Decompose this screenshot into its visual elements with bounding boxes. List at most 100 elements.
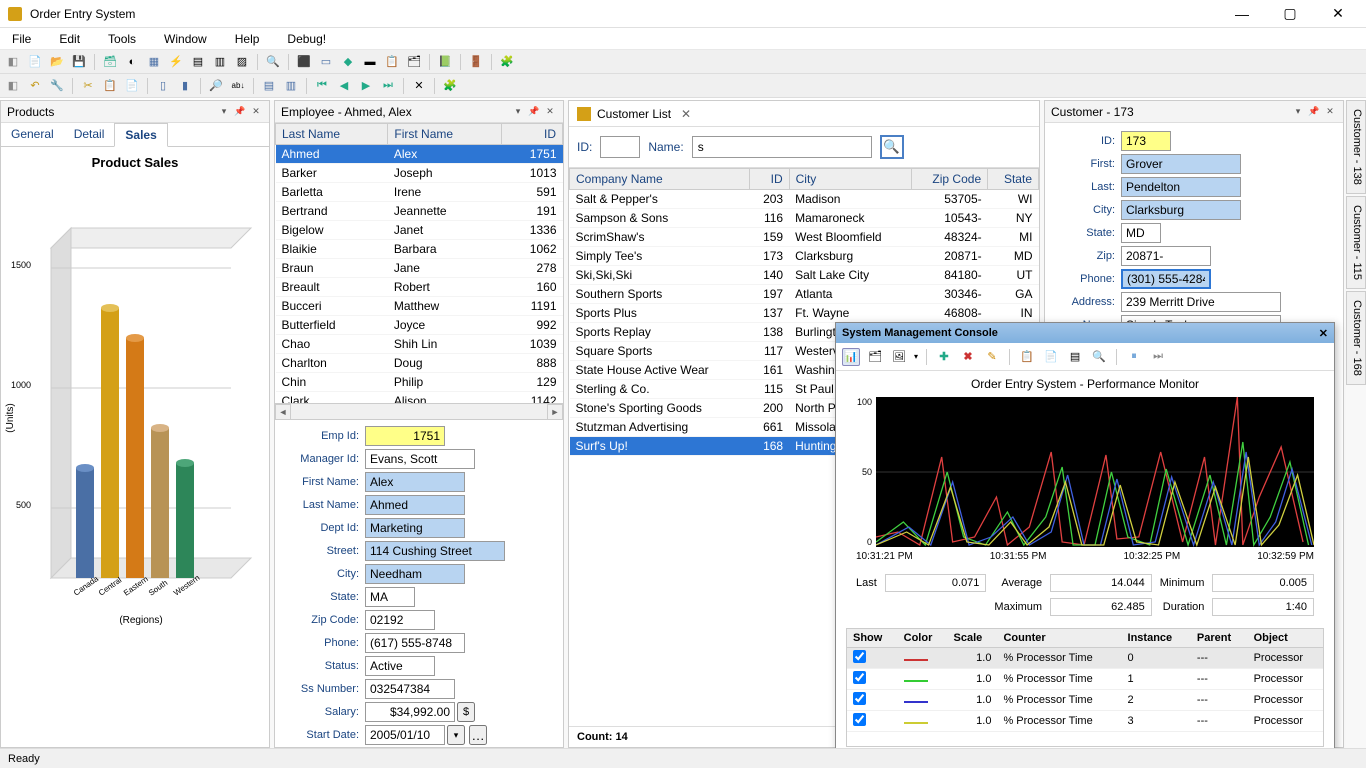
cust-phone-field[interactable] xyxy=(1121,269,1211,289)
employee-row[interactable]: BraunJane278 xyxy=(276,259,563,278)
paste-icon[interactable]: 📄 xyxy=(123,77,141,95)
dept-field[interactable] xyxy=(365,518,465,538)
col-icon[interactable]: ▯ xyxy=(154,77,172,95)
close-button[interactable]: ✕ xyxy=(1324,4,1352,24)
employee-row[interactable]: ClarkAlison1142 xyxy=(276,392,563,404)
panel-pin-icon[interactable]: 📌 xyxy=(1307,105,1321,119)
next-icon[interactable]: ▶ xyxy=(357,77,375,95)
save-icon[interactable]: 💾 xyxy=(70,53,88,71)
panel-close-icon[interactable]: ✕ xyxy=(249,105,263,119)
col-zip[interactable]: Zip Code xyxy=(911,169,987,190)
find-icon[interactable]: 🔎 xyxy=(207,77,225,95)
filter-icon[interactable]: ▤ xyxy=(260,77,278,95)
panel-dropdown-icon[interactable]: ▾ xyxy=(217,105,231,119)
customer-row[interactable]: Salt & Pepper's203Madison53705-WI xyxy=(570,190,1039,209)
tab-general[interactable]: General xyxy=(1,123,64,146)
col-firstname[interactable]: First Name xyxy=(388,124,501,145)
search-button[interactable]: 🔍 xyxy=(880,135,904,159)
panel-pin-icon[interactable]: 📌 xyxy=(527,105,541,119)
employee-row[interactable]: AhmedAlex1751 xyxy=(276,145,563,164)
employee-row[interactable]: BarkerJoseph1013 xyxy=(276,164,563,183)
filter-clear-icon[interactable]: ▥ xyxy=(282,77,300,95)
cust-address-field[interactable] xyxy=(1121,292,1281,312)
cut-icon[interactable]: ✂ xyxy=(79,77,97,95)
run-icon[interactable]: ⚡ xyxy=(167,53,185,71)
cust-id-field[interactable] xyxy=(1121,131,1171,151)
employee-row[interactable]: ChaoShih Lin1039 xyxy=(276,335,563,354)
db-icon[interactable]: 🗃 xyxy=(101,53,119,71)
cust-zip-field[interactable] xyxy=(1121,246,1211,266)
add-icon[interactable]: ✚ xyxy=(935,348,953,366)
first-name-field[interactable] xyxy=(365,472,465,492)
emp-id-field[interactable] xyxy=(365,426,445,446)
employee-row[interactable]: BarlettaIrene591 xyxy=(276,183,563,202)
exit-icon[interactable]: 🚪 xyxy=(467,53,485,71)
cust-last-field[interactable] xyxy=(1121,177,1241,197)
tab-detail[interactable]: Detail xyxy=(64,123,115,146)
employee-row[interactable]: ButterfieldJoyce992 xyxy=(276,316,563,335)
undo-icon[interactable]: ↶ xyxy=(26,77,44,95)
employee-row[interactable]: BigelowJanet1336 xyxy=(276,221,563,240)
currency-button[interactable]: $ xyxy=(457,702,475,722)
tool-icon[interactable]: ▥ xyxy=(211,53,229,71)
customer-row[interactable]: Ski,Ski,Ski140Salt Lake City84180-UT xyxy=(570,266,1039,285)
menu-debug[interactable]: Debug! xyxy=(281,30,332,48)
counter-row[interactable]: 1.0% Processor Time1---Processor xyxy=(847,669,1323,690)
col-city[interactable]: City xyxy=(789,169,911,190)
street-field[interactable] xyxy=(365,541,505,561)
panel-dropdown-icon[interactable]: ▾ xyxy=(1291,105,1305,119)
tool-icon[interactable]: ◆ xyxy=(339,53,357,71)
wrench-icon[interactable]: 🔧 xyxy=(48,77,66,95)
cust-city-field[interactable] xyxy=(1121,200,1241,220)
new-icon[interactable]: 📄 xyxy=(26,53,44,71)
col-icon[interactable]: ▮ xyxy=(176,77,194,95)
customer-row[interactable]: Sports Plus137Ft. Wayne46808-IN xyxy=(570,304,1039,323)
tool-icon[interactable]: 📋 xyxy=(383,53,401,71)
toolbar-btn[interactable]: ◧ xyxy=(4,77,22,95)
perfmon-counter-grid[interactable]: ShowColorScaleCounterInstanceParentObjec… xyxy=(846,628,1324,747)
customer-name-input[interactable] xyxy=(692,136,872,158)
state-field[interactable] xyxy=(365,587,415,607)
zip-field[interactable] xyxy=(365,610,435,630)
col-state[interactable]: State xyxy=(988,169,1039,190)
maximize-button[interactable]: ▢ xyxy=(1276,4,1304,24)
col-cust-id[interactable]: ID xyxy=(749,169,789,190)
tool-icon[interactable]: ▭ xyxy=(317,53,335,71)
city-field[interactable] xyxy=(365,564,465,584)
open-icon[interactable]: 📂 xyxy=(48,53,66,71)
customer-row[interactable]: Southern Sports197Atlanta30346-GA xyxy=(570,285,1039,304)
cust-state-field[interactable] xyxy=(1121,223,1161,243)
menu-help[interactable]: Help xyxy=(229,30,266,48)
employee-hscroll[interactable]: ◄► xyxy=(275,403,563,419)
tool-icon[interactable]: 🗂 xyxy=(866,348,884,366)
date-dropdown-button[interactable]: ▾ xyxy=(447,725,465,745)
prev-icon[interactable]: ◀ xyxy=(335,77,353,95)
toolbar-btn[interactable]: ◧ xyxy=(4,53,22,71)
phone-field[interactable] xyxy=(365,633,465,653)
col-id[interactable]: ID xyxy=(501,124,562,145)
pause-icon[interactable]: ⏸ xyxy=(1125,348,1143,366)
menu-edit[interactable]: Edit xyxy=(53,30,86,48)
minimize-button[interactable]: — xyxy=(1228,4,1256,24)
props-icon[interactable]: ▤ xyxy=(1066,348,1084,366)
employee-row[interactable]: CharltonDoug888 xyxy=(276,354,563,373)
vtab-customer-138[interactable]: Customer - 138 xyxy=(1346,100,1366,194)
table-icon[interactable]: ▦ xyxy=(145,53,163,71)
salary-field[interactable] xyxy=(365,702,455,722)
status-field[interactable] xyxy=(365,656,435,676)
menu-file[interactable]: File xyxy=(6,30,37,48)
customer-row[interactable]: Simply Tee's173Clarksburg20871-MD xyxy=(570,247,1039,266)
perfmon-close-icon[interactable]: ✕ xyxy=(1319,327,1328,340)
zoom-icon[interactable]: 🔍 xyxy=(1090,348,1108,366)
panel-dropdown-icon[interactable]: ▾ xyxy=(511,105,525,119)
counter-row[interactable]: 1.0% Processor Time3---Processor xyxy=(847,711,1323,732)
tool-icon[interactable]: ▬ xyxy=(361,53,379,71)
employee-row[interactable]: BlaikieBarbara1062 xyxy=(276,240,563,259)
show-checkbox[interactable] xyxy=(853,671,866,684)
vtab-customer-115[interactable]: Customer - 115 xyxy=(1346,196,1366,289)
show-checkbox[interactable] xyxy=(853,713,866,726)
employee-row[interactable]: BertrandJeannette191 xyxy=(276,202,563,221)
col-lastname[interactable]: Last Name xyxy=(276,124,388,145)
customer-id-input[interactable] xyxy=(600,136,640,158)
start-date-field[interactable] xyxy=(365,725,445,745)
